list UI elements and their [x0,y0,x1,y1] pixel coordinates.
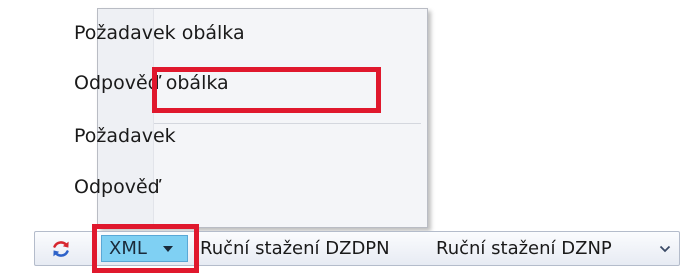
menu-separator [154,123,421,124]
refresh-icon[interactable] [51,239,71,259]
menu-item-request[interactable]: Požadavek [74,119,176,153]
menu-item-request-envelope[interactable]: Požadavek obálka [74,16,245,50]
manual-download-dznp-button[interactable]: Ruční stažení DZNP [436,237,612,261]
menu-item-highlight-box [152,67,381,113]
menu-item-response[interactable]: Odpověď [74,170,160,204]
manual-download-dzdpn-button[interactable]: Ruční stažení DZDPN [200,237,390,261]
xml-button-highlight-box [92,224,199,273]
chevron-down-icon[interactable] [654,235,676,262]
